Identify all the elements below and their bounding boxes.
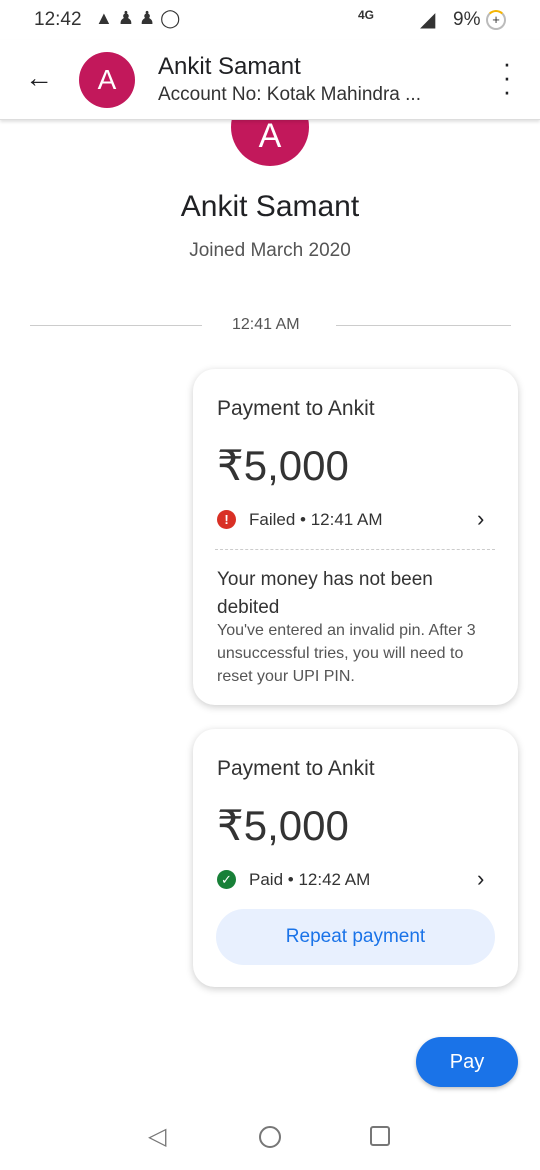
status-label: Failed xyxy=(249,510,296,529)
status-bar: 12:42 ▲ ♟ ♟ ◯ 4G ◢ 9% + xyxy=(0,0,540,40)
status-time: • 12:41 AM xyxy=(300,510,383,529)
divider xyxy=(30,325,202,326)
more-options-icon[interactable]: · · · xyxy=(497,50,517,104)
joined-date: Joined March 2020 xyxy=(189,240,351,261)
back-nav-icon[interactable]: ◁ xyxy=(148,1122,166,1151)
payment-card-paid[interactable]: Payment to Ankit ₹5,000 ✓ Paid • 12:42 A… xyxy=(193,729,518,987)
payment-amount: ₹5,000 xyxy=(217,802,349,849)
profile-name: Ankit Samant xyxy=(180,190,360,223)
battery-icon: + xyxy=(486,10,506,30)
app-bar: ← A Ankit Samant Account No: Kotak Mahin… xyxy=(0,40,540,120)
payment-title: Payment to Ankit xyxy=(217,757,375,780)
payment-status: Failed • 12:41 AM xyxy=(249,510,383,530)
message-body: You've entered an invalid pin. After 3 u… xyxy=(217,622,476,685)
divider xyxy=(336,325,511,326)
chevron-right-icon[interactable]: › xyxy=(477,506,484,532)
status-time: 12:42 xyxy=(34,9,82,30)
header-subtitle: Account No: Kotak Mahindra ... xyxy=(158,84,421,105)
chat-timestamp: 12:41 AM xyxy=(232,316,300,333)
chevron-right-icon[interactable]: › xyxy=(477,866,484,892)
pay-button[interactable]: Pay xyxy=(416,1037,518,1087)
status-label: Paid xyxy=(249,870,284,889)
signal-icon: ◢ xyxy=(420,9,436,31)
back-arrow-icon[interactable]: ← xyxy=(25,62,53,94)
repeat-payment-button[interactable]: Repeat payment xyxy=(216,909,495,965)
payment-card-failed[interactable]: Payment to Ankit ₹5,000 ! Failed • 12:41… xyxy=(193,369,518,705)
check-icon: ✓ xyxy=(217,870,236,889)
payment-amount: ₹5,000 xyxy=(217,442,349,489)
header-name: Ankit Samant xyxy=(158,53,301,80)
status-time: • 12:42 AM xyxy=(287,870,371,889)
payment-status: Paid • 12:42 AM xyxy=(249,870,370,890)
home-nav-icon[interactable] xyxy=(259,1126,281,1148)
recents-nav-icon[interactable] xyxy=(370,1126,390,1146)
battery-percent: 9% xyxy=(453,9,481,30)
payment-title: Payment to Ankit xyxy=(217,397,375,420)
network-icon: 4G xyxy=(358,8,375,22)
message-title: Your money has not been debited xyxy=(217,569,433,618)
dashed-divider xyxy=(215,549,495,550)
header-avatar[interactable]: A xyxy=(79,52,135,108)
nav-bar: ◁ xyxy=(0,1110,540,1170)
error-icon: ! xyxy=(217,510,236,529)
notification-icons: ▲ ♟ ♟ ◯ xyxy=(95,8,181,28)
